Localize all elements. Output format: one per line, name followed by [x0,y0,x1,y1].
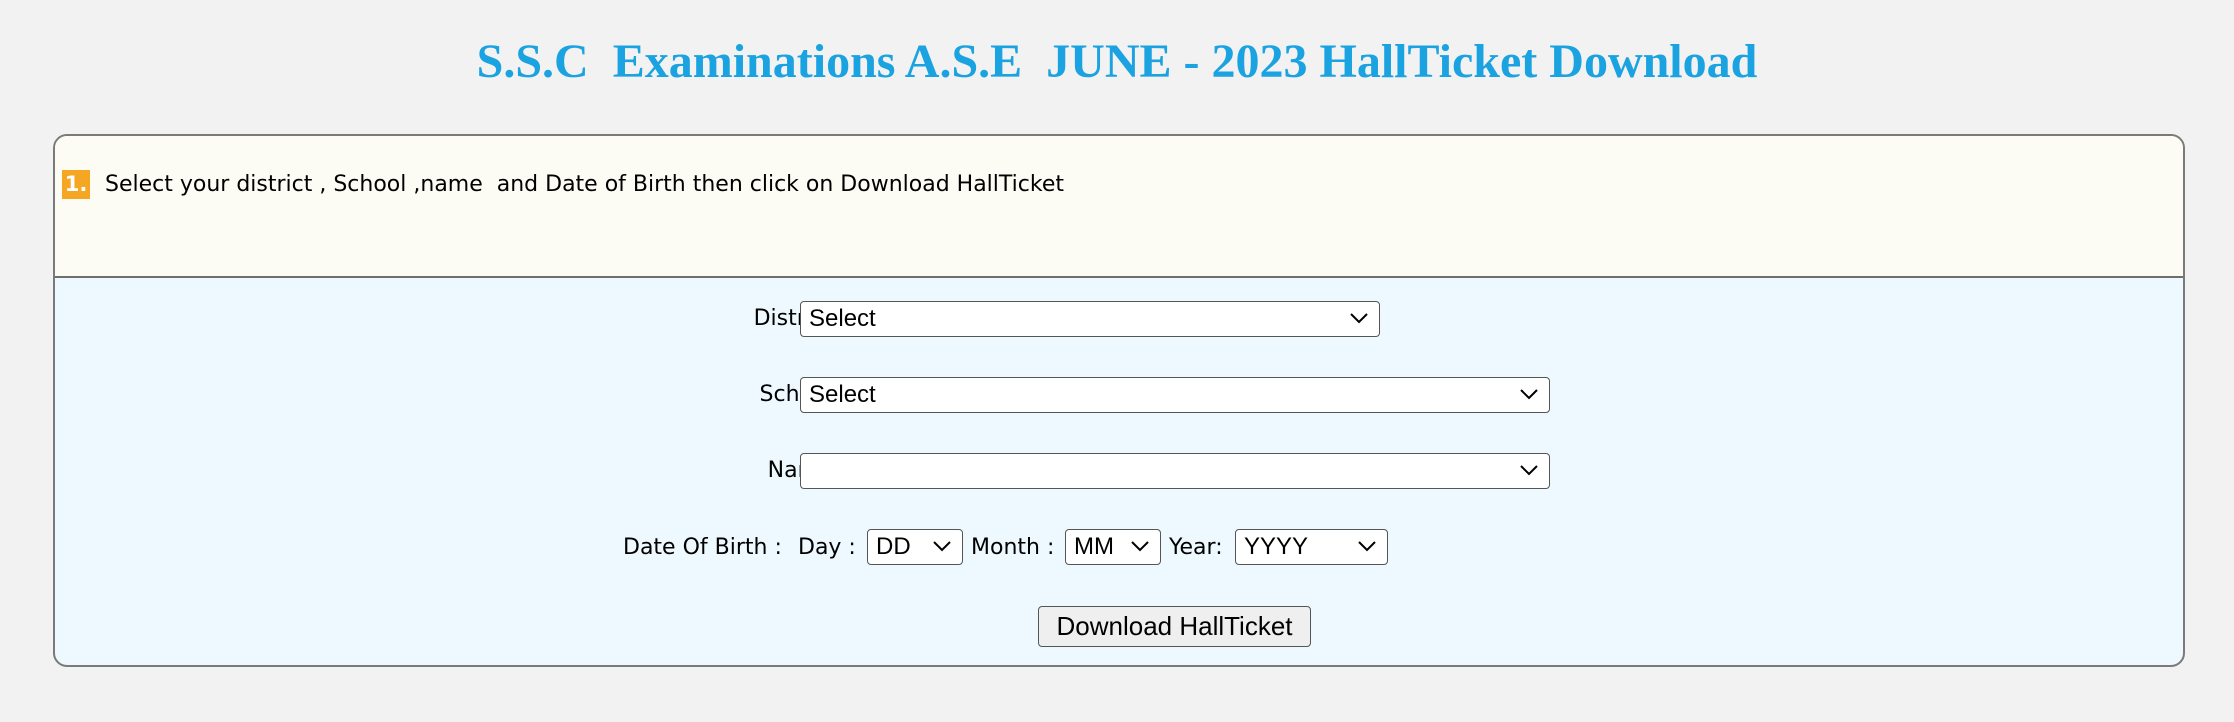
dob-label: Date Of Birth : [623,535,782,560]
district-select[interactable]: Select [800,301,1380,337]
day-label: Day : [798,535,856,560]
step-number-badge: 1. [62,170,90,199]
school-select[interactable]: Select [800,377,1550,413]
instructions-section: 1. Select your district , School ,name a… [55,136,2183,278]
download-hallticket-button[interactable]: Download HallTicket [1038,606,1311,647]
instruction-text: Select your district , School ,name and … [105,172,1064,197]
year-label: Year: [1169,535,1223,560]
day-selected-value: DD [876,533,911,560]
chevron-down-icon [1357,530,1377,563]
chevron-down-icon [932,530,952,563]
year-selected-value: YYYY [1244,533,1309,560]
name-select[interactable] [800,453,1550,489]
page-title: S.S.C Examinations A.S.E JUNE - 2023 Hal… [476,35,1758,88]
chevron-down-icon [1519,378,1539,411]
district-selected-value: Select [809,305,876,332]
year-select[interactable]: YYYY [1235,529,1388,565]
school-selected-value: Select [809,381,876,408]
chevron-down-icon [1349,302,1369,335]
chevron-down-icon [1130,530,1150,563]
month-select[interactable]: MM [1065,529,1161,565]
month-selected-value: MM [1074,533,1114,560]
hallticket-panel: 1. Select your district , School ,name a… [53,134,2185,667]
day-select[interactable]: DD [867,529,963,565]
month-label: Month : [971,535,1055,560]
chevron-down-icon [1519,454,1539,487]
